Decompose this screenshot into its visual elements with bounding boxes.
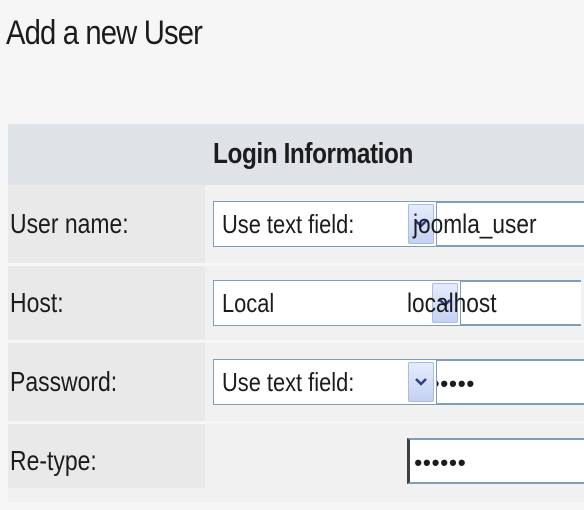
chevron-down-icon[interactable] bbox=[407, 361, 434, 402]
retype-input-value: •••••• bbox=[414, 449, 467, 475]
host-label: Host: bbox=[10, 286, 64, 318]
legend-text: Login Information bbox=[213, 137, 413, 170]
retype-label: Re-type: bbox=[10, 444, 97, 476]
host-row: Host: Local localhost bbox=[8, 265, 584, 343]
password-type-cell: Use text field: bbox=[204, 342, 437, 424]
username-label: User name: bbox=[10, 207, 129, 239]
password-label: Password: bbox=[10, 365, 118, 397]
username-type-select[interactable]: Use text field: bbox=[212, 200, 437, 247]
username-input-value: joomla_user bbox=[413, 208, 537, 239]
host-type-cell: Local bbox=[204, 265, 461, 343]
add-user-page: Add a new User Login Information User na… bbox=[0, 0, 584, 510]
retype-password-input[interactable]: •••••• bbox=[407, 437, 584, 484]
form-footer-strip bbox=[8, 488, 584, 502]
username-value-cell: joomla_user bbox=[401, 184, 584, 266]
username-row: User name: Use text field: joomla_user bbox=[8, 184, 584, 266]
login-information-legend: Login Information bbox=[8, 124, 584, 185]
password-label-cell: Password: bbox=[8, 342, 205, 424]
password-row: Password: Use text field: ••••••• bbox=[8, 342, 584, 424]
username-type-cell: Use text field: bbox=[204, 184, 437, 266]
password-type-select[interactable]: Use text field: bbox=[212, 358, 437, 405]
host-value-cell: localhost bbox=[401, 265, 584, 343]
username-type-value: Use text field: bbox=[221, 208, 354, 239]
host-type-value: Local bbox=[221, 287, 274, 318]
username-label-cell: User name: bbox=[8, 184, 205, 266]
host-input-value: localhost bbox=[407, 287, 497, 318]
username-input[interactable]: joomla_user bbox=[407, 200, 584, 247]
host-label-cell: Host: bbox=[8, 265, 205, 343]
password-type-value: Use text field: bbox=[221, 366, 354, 397]
page-title: Add a new User bbox=[6, 14, 203, 52]
login-information-table: Login Information User name: Use text fi… bbox=[8, 124, 584, 501]
host-input[interactable]: localhost bbox=[401, 279, 582, 326]
